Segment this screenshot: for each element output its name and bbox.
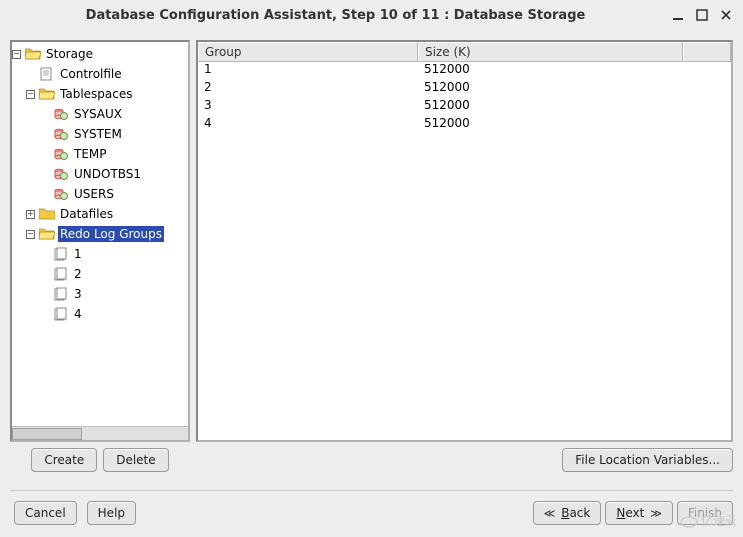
tree-ts-undotbs1[interactable]: UNDOTBS1 [12, 164, 188, 184]
cell-size: 512000 [418, 116, 731, 134]
delete-button[interactable]: Delete [103, 448, 168, 472]
redo-groups-table: Group Size (K) 1512000251200035120004512… [196, 40, 733, 442]
tree-toggle-icon[interactable]: − [26, 90, 35, 99]
tree-toggle-icon[interactable]: + [26, 210, 35, 219]
cell-group: 1 [198, 62, 418, 80]
tree-ts-temp-icon [53, 147, 69, 161]
minimize-icon[interactable] [669, 6, 687, 24]
titlebar: Database Configuration Assistant, Step 1… [0, 0, 743, 30]
chevron-right-icon: ≫ [650, 507, 662, 520]
file-location-variables-button[interactable]: File Location Variables... [562, 448, 733, 472]
tree-toggle-icon[interactable]: − [12, 50, 21, 59]
tree-storage-icon [25, 47, 41, 61]
tree-redo-log-groups-icon [39, 227, 55, 241]
tree-controlfile[interactable]: Controlfile [12, 64, 188, 84]
tree-tablespaces-icon [39, 87, 55, 101]
tree-redo-3-icon [53, 287, 69, 301]
tree-ts-temp[interactable]: TEMP [12, 144, 188, 164]
col-header-spacer [683, 42, 731, 62]
tree-ts-system-icon [53, 127, 69, 141]
tree-redo-4[interactable]: 4 [12, 304, 188, 324]
horizontal-scrollbar[interactable] [12, 426, 188, 440]
tree-toggle-icon[interactable]: − [26, 230, 35, 239]
tree-redo-log-groups[interactable]: −Redo Log Groups [12, 224, 188, 244]
tree-redo-1[interactable]: 1 [12, 244, 188, 264]
tree-datafiles-icon [39, 207, 55, 221]
wizard-footer: Cancel Help ≪Back Next≫ Finish [10, 490, 733, 525]
storage-tree[interactable]: −StorageControlfile−TablespacesSYSAUXSYS… [12, 42, 188, 426]
next-button[interactable]: Next≫ [605, 501, 672, 525]
tree-panel: −StorageControlfile−TablespacesSYSAUXSYS… [10, 40, 190, 472]
close-icon[interactable] [717, 6, 735, 24]
tree-tablespaces[interactable]: −Tablespaces [12, 84, 188, 104]
cell-size: 512000 [418, 98, 731, 116]
cell-group: 4 [198, 116, 418, 134]
tree-ts-users-icon [53, 187, 69, 201]
help-button[interactable]: Help [87, 501, 136, 525]
create-button[interactable]: Create [31, 448, 97, 472]
back-button[interactable]: ≪Back [533, 501, 602, 525]
tree-ts-users[interactable]: USERS [12, 184, 188, 204]
tree-redo-2-icon [53, 267, 69, 281]
cell-size: 512000 [418, 80, 731, 98]
table-row[interactable]: 2512000 [198, 80, 731, 98]
cell-group: 3 [198, 98, 418, 116]
col-header-size[interactable]: Size (K) [418, 42, 683, 62]
tree-redo-1-icon [53, 247, 69, 261]
col-header-group[interactable]: Group [198, 42, 418, 62]
cell-size: 512000 [418, 62, 731, 80]
maximize-icon[interactable] [693, 6, 711, 24]
tree-ts-sysaux-icon [53, 107, 69, 121]
tree-ts-sysaux[interactable]: SYSAUX [12, 104, 188, 124]
cancel-button[interactable]: Cancel [14, 501, 77, 525]
tree-redo-4-icon [53, 307, 69, 321]
table-row[interactable]: 3512000 [198, 98, 731, 116]
tree-storage[interactable]: −Storage [12, 44, 188, 64]
table-row[interactable]: 4512000 [198, 116, 731, 134]
tree-controlfile-icon [39, 67, 55, 81]
tree-ts-undotbs1-icon [53, 167, 69, 181]
details-panel: Group Size (K) 1512000251200035120004512… [196, 40, 733, 472]
finish-button: Finish [677, 501, 733, 525]
window-title: Database Configuration Assistant, Step 1… [8, 8, 663, 23]
tree-datafiles[interactable]: +Datafiles [12, 204, 188, 224]
tree-redo-3[interactable]: 3 [12, 284, 188, 304]
table-row[interactable]: 1512000 [198, 62, 731, 80]
cell-group: 2 [198, 80, 418, 98]
chevron-left-icon: ≪ [544, 507, 556, 520]
tree-redo-2[interactable]: 2 [12, 264, 188, 284]
tree-ts-system[interactable]: SYSTEM [12, 124, 188, 144]
